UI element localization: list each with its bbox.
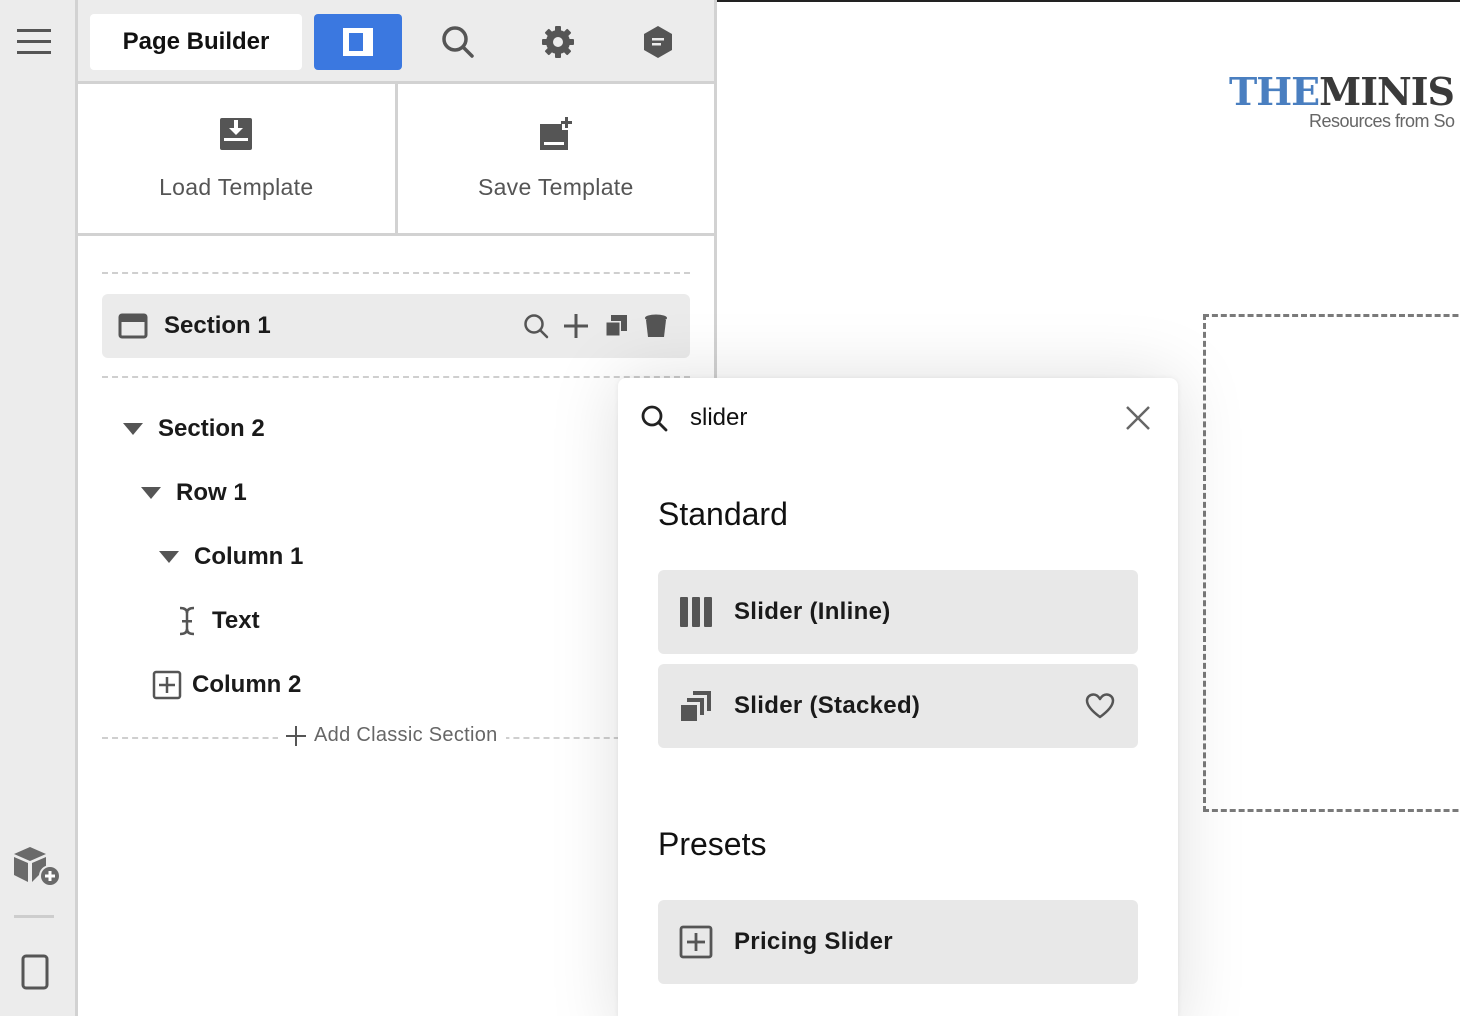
result-label: Pricing Slider [734,928,893,955]
presets-heading: Presets [658,826,767,862]
standard-heading: Standard [658,496,788,532]
section-icon [118,313,148,339]
result-label: Slider (Stacked) [734,692,921,719]
caret-down-icon[interactable] [136,478,166,508]
section-2-label: Section 2 [158,415,265,442]
copy-icon [605,315,627,337]
plus-icon [564,314,588,338]
logo-text-2: MINIS [1319,72,1455,114]
outline-text-module[interactable]: Text [172,606,260,636]
load-template-label: Load Template [159,174,314,200]
add-classic-section-label: Add Classic Section [314,724,498,746]
heart-icon [1085,693,1115,719]
search-icon [442,26,474,58]
save-template-icon [539,117,572,150]
section-delete-button[interactable] [642,312,670,340]
result-slider-inline[interactable]: Slider (Inline) [658,570,1138,654]
info-hexagon-icon [644,26,672,58]
left-rail [0,0,78,1016]
stacked-layers-icon [678,688,714,724]
hamburger-menu-button[interactable] [14,22,54,62]
outline-row-1[interactable]: Row 1 [136,478,247,508]
section-duplicate-button[interactable] [602,312,630,340]
tablet-icon [21,954,49,990]
row-1-label: Row 1 [176,479,247,506]
column-2-label: Column 2 [192,671,302,698]
save-template-button[interactable]: Save Template [394,84,715,233]
plus-square-icon[interactable] [152,670,182,700]
section-search-button[interactable] [522,312,550,340]
column-1-label: Column 1 [194,543,304,570]
add-classic-section-button[interactable]: Add Classic Section [278,724,506,747]
favorite-toggle[interactable] [1084,690,1116,722]
page-builder-screen: Page Builder Load Template Save Template… [0,0,1460,1016]
outline-column-2[interactable]: Column 2 [152,670,301,700]
gear-icon [542,26,574,58]
search-toolbar-button[interactable] [414,14,502,70]
result-slider-stacked[interactable]: Slider (Stacked) [658,664,1138,748]
device-preview-button[interactable] [18,952,52,992]
section-1-actions [522,312,670,340]
result-label: Slider (Inline) [734,598,891,625]
add-module-button[interactable] [10,842,64,892]
module-search-input[interactable] [690,404,1110,432]
outline-section-2[interactable]: Section 2 [118,414,265,444]
download-tray-icon [220,118,253,150]
drop-divider [102,376,690,378]
drop-divider [102,272,690,274]
rail-divider [14,915,54,918]
site-logo[interactable]: THEMINIS Resources from So [1229,72,1460,136]
outline-section-1[interactable]: Section 1 [102,294,690,358]
logo-text-1: THE [1229,72,1320,114]
layout-panel-button[interactable] [314,14,402,70]
caret-down-icon[interactable] [118,414,148,444]
search-icon [641,405,668,432]
help-button[interactable] [614,14,702,70]
slider-columns-icon [678,594,714,630]
panel-layout-icon [343,28,373,56]
load-template-button[interactable]: Load Template [78,84,395,233]
hamburger-icon [17,29,51,54]
module-search-bar [618,378,1178,458]
trash-icon [645,314,667,337]
close-search-button[interactable] [1120,400,1156,436]
canvas-drop-zone[interactable] [1203,314,1460,812]
close-icon [1126,406,1150,430]
section-1-label: Section 1 [164,312,271,339]
search-icon [524,314,549,339]
panel-toolbar: Page Builder [78,0,714,84]
save-template-label: Save Template [477,174,634,200]
template-actions: Load Template Save Template [78,84,714,236]
cube-plus-icon [14,847,61,887]
plus-icon [286,725,306,746]
section-add-button[interactable] [562,312,590,340]
caret-down-icon[interactable] [154,542,184,572]
text-label: Text [212,607,260,634]
page-builder-title-button[interactable]: Page Builder [90,14,302,70]
plus-square-icon [678,924,714,960]
text-cursor-icon [172,606,202,636]
settings-button[interactable] [514,14,602,70]
logo-tagline: Resources from So [1309,111,1455,131]
result-pricing-slider[interactable]: Pricing Slider [658,900,1138,984]
module-search-popup: Standard Slider (Inline) Slider (Stacked… [618,378,1178,1016]
outline-column-1[interactable]: Column 1 [154,542,303,572]
